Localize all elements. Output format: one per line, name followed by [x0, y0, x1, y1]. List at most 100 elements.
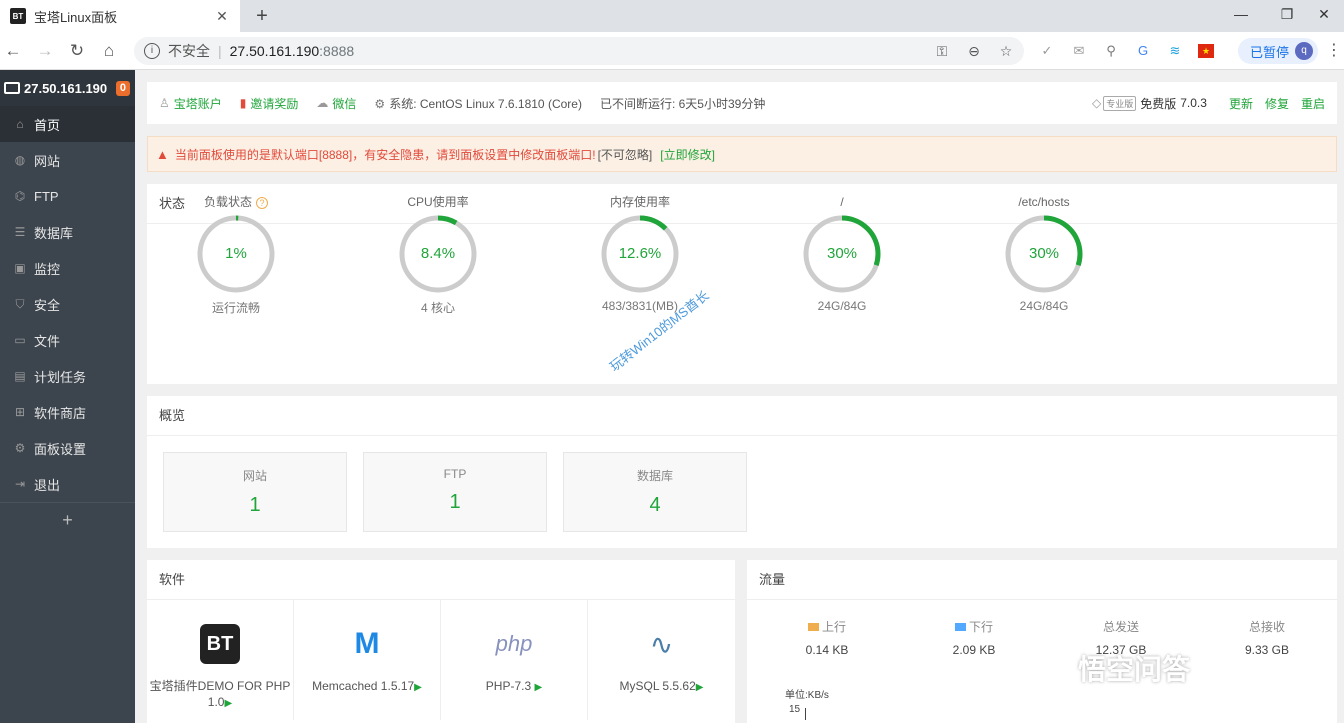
security-warning: ▲ 当前面板使用的是默认端口[8888]，有安全隐患，请到面板设置中修改面板端口… [147, 136, 1337, 172]
warning-text: 当前面板使用的是默认端口[8888]，有安全隐患，请到面板设置中修改面板端口! [174, 147, 596, 162]
software-item[interactable]: php PHP-7.3 ▶ [441, 600, 588, 720]
uptime: 已不间断运行: 6天5小时39分钟 [599, 96, 766, 111]
gauge-label-text: CPU使用率 [407, 195, 469, 209]
status-panel: 状态 负载状态? 1% 运行流畅 CPU使用率 8.4% 4 核心 内存使用率 12.6% 48… [147, 184, 1337, 384]
play-icon[interactable]: ▶ [224, 698, 232, 709]
mail-extension-icon[interactable]: ✉ [1070, 42, 1088, 60]
gauge-subtext: 24G/84G [817, 299, 867, 313]
add-shortcut-button[interactable]: + [0, 502, 135, 536]
minimize-button[interactable]: — [1218, 0, 1264, 30]
warning-icon: ▲ [156, 146, 169, 162]
software-item[interactable]: M Memcached 1.5.17▶ [294, 600, 441, 720]
pro-badge[interactable]: 专业版 [1103, 95, 1137, 111]
sidebar-item-website[interactable]: ◍ 网站 [0, 142, 135, 178]
bookmark-star-icon[interactable]: ☆ [994, 39, 1018, 63]
sidebar-item-logout[interactable]: ⇥ 退出 [0, 466, 135, 502]
pin-extension-icon[interactable]: ⚲ [1102, 42, 1120, 60]
sidebar-item-database[interactable]: ☰ 数据库 [0, 214, 135, 250]
key-icon[interactable]: ⚿ [930, 39, 954, 63]
sidebar-item-label: 网站 [34, 153, 61, 169]
home-button[interactable]: ⌂ [96, 38, 122, 64]
gauge-ring[interactable]: 12.6% [600, 214, 680, 294]
gauge-value: 12.6% [618, 245, 662, 262]
traffic-down-legend: 下行 [914, 618, 1034, 635]
user-icon: ♙ [159, 96, 170, 110]
sidebar-item-files[interactable]: ▭ 文件 [0, 322, 135, 358]
check-extension-icon[interactable]: ✓ [1038, 42, 1056, 60]
gauge-ring[interactable]: 8.4% [398, 214, 478, 294]
traffic-recv: 总接收 9.33 GB [1207, 618, 1327, 657]
sidebar-item-monitor[interactable]: ▣ 监控 [0, 250, 135, 286]
forward-button[interactable]: → [32, 38, 58, 64]
china-flag-icon[interactable]: ★ [1198, 44, 1214, 58]
sidebar-item-ftp[interactable]: ⌬ FTP [0, 178, 135, 214]
software-item[interactable]: ∿ MySQL 5.5.62▶ [588, 600, 735, 720]
overview-ftp[interactable]: FTP 1 [363, 452, 547, 532]
software-item[interactable]: BT 宝塔插件DEMO FOR PHP 1.0▶ [147, 600, 294, 720]
traffic-down: 下行 2.09 KB [914, 618, 1034, 657]
profile-paused-button[interactable]: 已暂停 q [1238, 38, 1318, 64]
restart-link[interactable]: 重启 [1301, 95, 1325, 112]
sidebar-item-label: 安全 [34, 297, 61, 313]
browser-menu-icon[interactable]: ⋮ [1326, 42, 1342, 60]
chart-unit-label: 单位:KB/s [785, 690, 829, 701]
close-tab-icon[interactable]: ✕ [212, 8, 232, 25]
zoom-icon[interactable]: ⊖ [962, 39, 986, 63]
calendar-icon: ▤ [14, 369, 26, 383]
diamond-icon: ◇ [1091, 96, 1102, 110]
sent-label: 总发送 [1102, 620, 1139, 634]
wechat-link[interactable]: ☁ 微信 [316, 95, 356, 112]
overview-database[interactable]: 数据库 4 [563, 452, 747, 532]
php-logo-icon: php [495, 631, 533, 656]
gauge-ring[interactable]: 30% [802, 214, 882, 294]
play-icon[interactable]: ▶ [535, 682, 543, 693]
browser-tab[interactable]: BT 宝塔Linux面板 ✕ [0, 0, 240, 32]
status-gauge: 负载状态? 1% 运行流畅 [156, 192, 316, 316]
overview-label: 网站 [242, 469, 267, 483]
address-port: :8888 [319, 43, 355, 59]
traffic-up: 上行 0.14 KB [767, 618, 887, 657]
paused-label: 已暂停 [1250, 44, 1290, 60]
wifi-extension-icon[interactable]: ≋ [1166, 42, 1184, 60]
address-bar[interactable]: i 不安全 | 27.50.161.190 :8888 ⚿ ⊖ ☆ [134, 37, 1024, 65]
avatar: q [1295, 42, 1314, 60]
overview-website[interactable]: 网站 1 [163, 452, 347, 532]
status-title: 状态 [147, 184, 1337, 224]
close-window-button[interactable]: ✕ [1304, 0, 1344, 30]
help-icon[interactable]: ? [256, 197, 268, 209]
sidebar-item-label: 软件商店 [34, 405, 87, 421]
wukong-watermark: 悟空问答 [1078, 654, 1191, 685]
gauge-subtext: 24G/84G [1019, 299, 1069, 313]
gauge-ring[interactable]: 1% [196, 214, 276, 294]
gauge-value: 30% [826, 245, 858, 262]
sidebar-item-home[interactable]: ⌂ 首页 [0, 106, 135, 142]
gauge-ring[interactable]: 30% [1004, 214, 1084, 294]
gauge-subtext: 4 核心 [420, 301, 455, 315]
sidebar-item-security[interactable]: ⛉ 安全 [0, 286, 135, 322]
message-badge[interactable]: 0 [115, 80, 130, 96]
invite-link[interactable]: ▮ 邀请奖励 [240, 95, 299, 112]
back-button[interactable]: ← [0, 38, 26, 64]
info-icon[interactable]: i [144, 43, 160, 59]
translate-extension-icon[interactable]: G [1134, 42, 1152, 60]
software-title: 软件 [147, 560, 735, 600]
sidebar-item-store[interactable]: ⊞ 软件商店 [0, 394, 135, 430]
gear-icon: ⚙ [14, 441, 26, 455]
play-icon[interactable]: ▶ [696, 682, 704, 693]
fix-now-link[interactable]: [立即修改] [660, 146, 715, 163]
play-icon[interactable]: ▶ [414, 682, 422, 693]
invite-label: 邀请奖励 [250, 96, 299, 111]
update-link[interactable]: 更新 [1229, 95, 1253, 112]
reload-button[interactable]: ↻ [64, 38, 90, 64]
memcached-logo-icon: M [354, 627, 380, 660]
repair-link[interactable]: 修复 [1265, 95, 1289, 112]
sidebar-item-label: 计划任务 [34, 369, 87, 385]
sidebar: 27.50.161.190 0 ⌂ 首页 ◍ 网站 ⌬ FTP ☰ 数据库 ▣ 监控 ⛉ 安… [0, 70, 135, 723]
bt-logo-icon: BT [200, 624, 240, 664]
sidebar-item-cron[interactable]: ▤ 计划任务 [0, 358, 135, 394]
account-link[interactable]: ♙ 宝塔账户 [159, 95, 222, 112]
sidebar-item-settings[interactable]: ⚙ 面板设置 [0, 430, 135, 466]
software-name-row: Memcached 1.5.17▶ [294, 678, 440, 696]
new-tab-button[interactable]: + [250, 4, 274, 28]
wechat-icon: ☁ [316, 96, 329, 110]
